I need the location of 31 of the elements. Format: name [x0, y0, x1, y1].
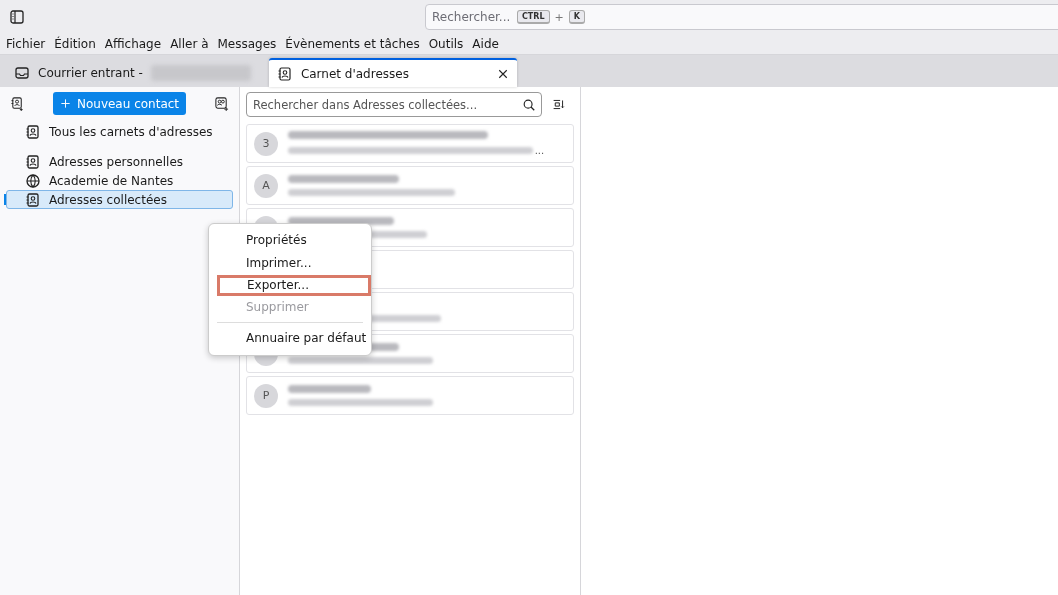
menu-item[interactable]: Affichage [104, 37, 162, 51]
context-menu-item[interactable]: Exporter... [217, 275, 371, 296]
avatar: 3 [254, 131, 278, 156]
tab[interactable]: Courrier entrant - [6, 58, 259, 87]
menu-item[interactable]: Aller à [170, 37, 209, 51]
new-contact-button[interactable]: Nouveau contact [52, 92, 187, 115]
avatar: A [254, 173, 278, 198]
menu-item[interactable]: Messages [217, 37, 277, 51]
context-menu-item[interactable]: Propriétés [211, 229, 369, 252]
plus-sign: + [554, 10, 564, 24]
ellipsis: ... [534, 145, 545, 156]
tab-label: Courrier entrant - [38, 65, 143, 80]
address-book-item[interactable]: Academie de Nantes [6, 171, 233, 190]
tab[interactable]: Carnet d'adresses [268, 58, 517, 87]
contact-card[interactable]: 3 ... [246, 124, 574, 163]
address-book-item[interactable]: Tous les carnets d'adresses [6, 122, 233, 141]
menu-item[interactable]: Outils [428, 37, 464, 51]
context-menu-item[interactable]: Imprimer... [211, 252, 369, 275]
context-menu-item[interactable]: Annuaire par défaut [211, 327, 369, 350]
menu-item[interactable]: Aide [472, 37, 499, 51]
address-book-item[interactable]: Adresses personnelles [6, 152, 233, 171]
tab-label: Carnet d'adresses [300, 66, 409, 81]
search-field[interactable]: Rechercher dans Adresses collectées... [246, 92, 542, 117]
contact-card[interactable]: A [246, 166, 574, 205]
contact-card[interactable]: P [246, 376, 574, 415]
keyboard-key: CTRL [517, 10, 550, 24]
address-book-item[interactable]: Adresses collectées [6, 190, 233, 209]
menu-item[interactable]: Édition [54, 37, 96, 51]
avatar: P [254, 383, 278, 408]
menu-item[interactable]: Évènements et tâches [285, 37, 420, 51]
menu-item[interactable]: Fichier [6, 37, 46, 51]
